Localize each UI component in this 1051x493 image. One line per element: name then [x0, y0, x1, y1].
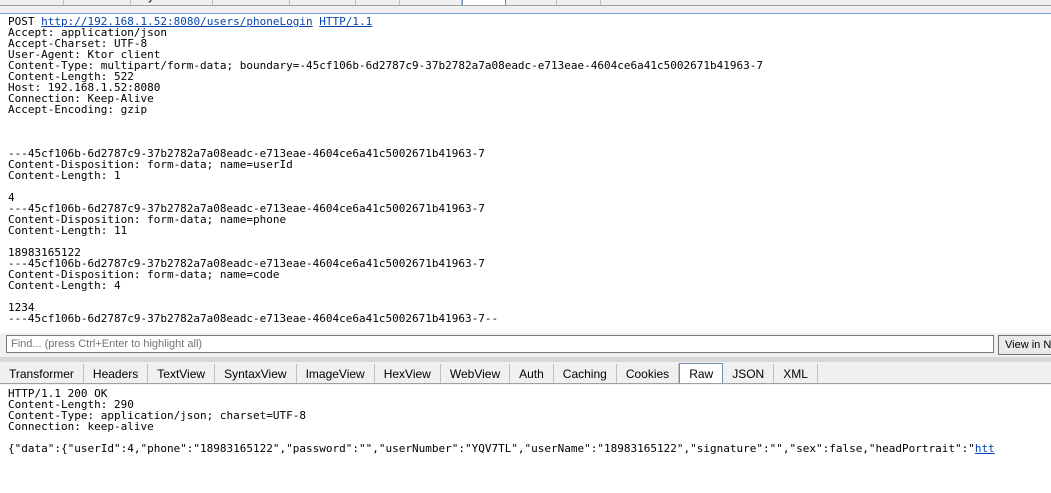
- request-tab-textview[interactable]: TextView: [64, 0, 132, 5]
- response-body-link[interactable]: htt: [975, 442, 995, 455]
- response-tab-auth[interactable]: Auth: [510, 364, 554, 383]
- view-in-notepad-button[interactable]: View in N: [998, 335, 1051, 355]
- response-header-line: Connection: keep-alive: [8, 420, 154, 433]
- response-body: {"data":{"userId":4,"phone":"18983165122…: [8, 443, 1051, 454]
- request-protocol: HTTP/1.1: [319, 15, 373, 28]
- response-tab-syntaxview[interactable]: SyntaxView: [215, 364, 297, 383]
- request-headers: Accept: application/json Accept-Charset: …: [8, 27, 1051, 115]
- response-tab-xml[interactable]: XML: [774, 364, 818, 383]
- request-body-line: Content-Length: 11: [8, 224, 128, 237]
- response-body-json: {"data":{"userId":4,"phone":"18983165122…: [8, 442, 975, 455]
- response-tab-textview[interactable]: TextView: [148, 364, 216, 383]
- response-tab-imageview[interactable]: ImageView: [297, 364, 375, 383]
- response-tab-hexview[interactable]: HexView: [375, 364, 441, 383]
- request-body-line: Content-Disposition: form-data; name=cod…: [8, 268, 280, 281]
- request-tab-raw[interactable]: Raw: [462, 0, 507, 5]
- request-body-line: [8, 291, 1051, 302]
- response-headers: HTTP/1.1 200 OK Content-Length: 290 Conten…: [8, 388, 1051, 443]
- find-input[interactable]: [6, 335, 994, 353]
- response-tab-webview[interactable]: WebView: [441, 364, 511, 383]
- request-tab-bar: HeadersTextViewSyntaxViewWebFormsHexView…: [0, 0, 1051, 6]
- request-body: ---45cf106b-6d2787c9-37b2782a7a08eadc-e7…: [8, 115, 1051, 324]
- find-bar: View in N: [0, 334, 1051, 356]
- request-tab-hexview[interactable]: HexView: [290, 0, 357, 5]
- request-body-line: Content-Disposition: form-data; name=use…: [8, 158, 293, 171]
- request-header-line: Accept-Encoding: gzip: [8, 103, 148, 116]
- request-body-line: [8, 181, 1051, 192]
- request-body-line: [8, 126, 1051, 137]
- request-header-line: Accept: application/json: [8, 26, 167, 39]
- response-header-line: HTTP/1.1 200 OK: [8, 387, 108, 400]
- response-tab-headers[interactable]: Headers: [84, 364, 149, 383]
- request-body-line: Content-Disposition: form-data; name=pho…: [8, 213, 287, 226]
- request-raw-view[interactable]: POST http://192.168.1.52:8080/users/phon…: [0, 13, 1051, 333]
- response-tab-bar: Transformer Headers TextView SyntaxView Imag…: [0, 362, 1051, 384]
- request-tab-headers[interactable]: Headers: [0, 0, 65, 5]
- request-body-line: [8, 115, 1051, 126]
- request-tab-auth[interactable]: Auth: [356, 0, 400, 5]
- request-tab-json[interactable]: JSON: [506, 0, 558, 5]
- request-tab-webforms[interactable]: WebForms: [213, 0, 291, 5]
- request-header-line: Content-Length: 522: [8, 70, 134, 83]
- response-tab-caching[interactable]: Caching: [554, 364, 617, 383]
- request-body-line: Content-Length: 4: [8, 279, 121, 292]
- response-header-line: Content-Type: application/json; charset=…: [8, 409, 307, 422]
- response-raw-view[interactable]: HTTP/1.1 200 OK Content-Length: 290 Conten…: [0, 385, 1051, 493]
- response-tab-raw[interactable]: Raw: [679, 363, 724, 383]
- request-body-line: ---45cf106b-6d2787c9-37b2782a7a08eadc-e7…: [8, 312, 499, 325]
- request-header-line: Host: 192.168.1.52:8080: [8, 81, 161, 94]
- request-body-line: [8, 236, 1051, 247]
- request-header-line: Content-Type: multipart/form-data; bound…: [8, 59, 763, 72]
- request-tab-syntaxview[interactable]: SyntaxView: [131, 0, 213, 5]
- response-tab-json[interactable]: JSON: [723, 364, 775, 383]
- request-body-line: Content-Length: 1: [8, 169, 121, 182]
- response-tab-transformer[interactable]: Transformer: [0, 364, 84, 383]
- request-header-line: Accept-Charset: UTF-8: [8, 37, 148, 50]
- request-tab-cookies[interactable]: Cookies: [400, 0, 463, 5]
- request-tab-xml[interactable]: XML: [557, 0, 602, 5]
- request-header-line: Connection: Keep-Alive: [8, 92, 154, 105]
- response-tab-cookies[interactable]: Cookies: [617, 364, 680, 383]
